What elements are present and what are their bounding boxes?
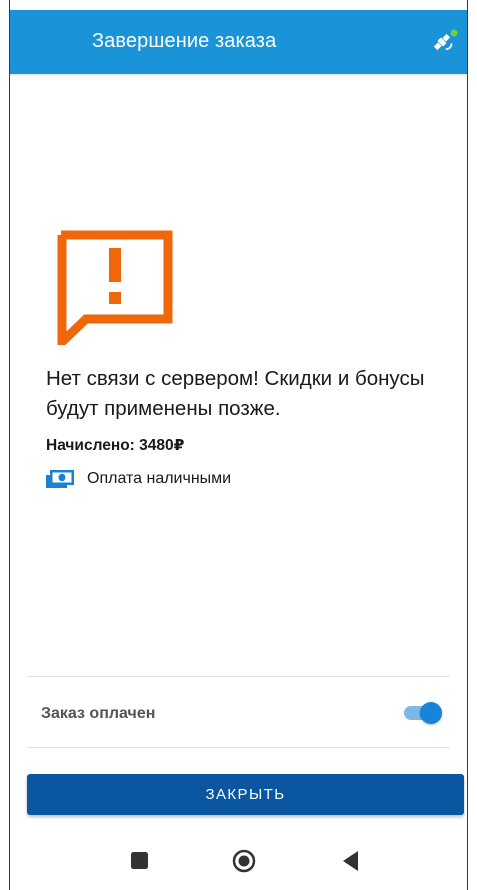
accrued-amount: Начислено: 3480₽ [46, 437, 185, 454]
connection-error-message: Нет связи с сервером! Скидки и бонусы бу… [46, 367, 425, 420]
cash-icon [46, 469, 74, 489]
satellite-icon[interactable] [429, 27, 459, 57]
toggle-thumb [420, 702, 442, 724]
payment-method: Оплата наличными [46, 469, 231, 489]
close-button[interactable]: ЗАКРЫТЬ [27, 774, 464, 815]
right-frame-border [467, 0, 468, 890]
app-bar: Завершение заказа [10, 10, 467, 77]
payment-method-label: Оплата наличными [87, 470, 232, 487]
recents-icon[interactable] [127, 848, 153, 874]
home-icon[interactable] [231, 848, 257, 874]
divider [27, 676, 450, 677]
divider [27, 747, 450, 748]
warning-icon [55, 230, 175, 353]
order-paid-toggle[interactable] [401, 700, 443, 726]
back-icon[interactable] [339, 848, 365, 874]
order-paid-label: Заказ оплачен [41, 705, 156, 722]
page-title: Завершение заказа [92, 30, 277, 52]
left-frame-border [9, 0, 10, 890]
system-nav-bar [10, 832, 467, 890]
